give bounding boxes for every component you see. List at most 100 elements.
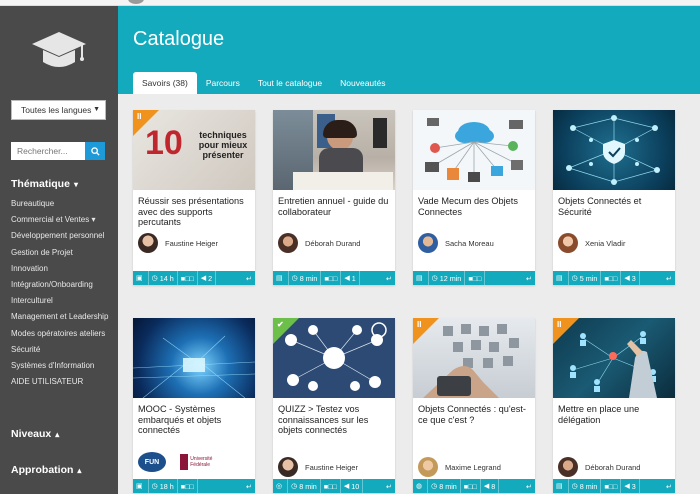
course-card[interactable]: Entretien annuel - guide du collaborateu… [273,110,395,285]
stat-level: ■□□ [321,271,342,285]
course-stats: ▤ ◷ 8 min ■□□ ◀ 3 ↵ [553,479,675,493]
sidebar-item-commercial[interactable]: Commercial et Ventes ▾ [11,215,115,225]
section-approbation[interactable]: Approbation ▴ [11,464,81,476]
catalogue-grid: 10 techniques pour mieux présenter II Ré… [118,94,700,494]
section-niveaux-label: Niveaux [11,428,52,440]
language-select[interactable]: Toutes les langues ▼ [11,100,106,120]
course-card[interactable]: II Mettre en place une délégation Débora… [553,318,675,493]
search-button[interactable] [85,142,105,160]
course-title[interactable]: Entretien annuel - guide du collaborateu… [278,196,390,217]
megaphone-icon: ◀ [344,275,350,282]
author: Déborah Durand [278,232,360,254]
course-title[interactable]: Objets Connectés : qu'est-ce que c'est ? [418,404,530,425]
tab-tout-catalogue[interactable]: Tout le catalogue [249,72,331,94]
course-thumbnail [273,110,395,190]
megaphone-icon: ◀ [343,483,350,490]
stat-count: ◀ 2 [198,271,217,285]
count-value: 1 [351,273,356,283]
sidebar-item-interculturel[interactable]: Interculturel [11,296,115,306]
course-title[interactable]: Mettre en place une délégation [558,404,670,425]
stat-count: ◀ 1 [341,271,360,285]
sidebar-item-developpement[interactable]: Développement personnel [11,231,115,241]
enter-icon[interactable]: ↵ [243,479,255,493]
section-niveaux[interactable]: Niveaux ▴ [11,428,59,440]
search-input[interactable] [11,142,85,160]
course-card[interactable]: Objets Connectés et Sécurité Xenia Vladi… [553,110,675,285]
sidebar-item-aide[interactable]: AIDE UTILISATEUR [11,377,115,387]
course-thumbnail: II [553,318,675,398]
sidebar-item-integration[interactable]: Intégration/Onboarding [11,280,115,290]
stat-count: ◀ 8 [481,479,500,493]
clock-icon: ◷ [571,483,578,490]
stat-duration: ◷ 18 h [149,479,178,493]
stat-duration: ◷ 8 min [288,479,321,493]
course-stats: ◍ ◷ 8 min ■□□ ◀ 8 ↵ [413,479,535,493]
course-stats: ▤ ◷ 8 min ■□□ ◀ 1 ↵ [273,271,395,285]
author: Maxime Legrand [418,456,501,478]
course-card[interactable]: MOOC - Systèmes embarqués et objets conn… [133,318,255,493]
course-title[interactable]: Réussir ses présentations avec des suppo… [138,196,250,228]
stat-type: ▤ [553,271,569,285]
stat-level: ■□□ [321,479,341,493]
enter-icon[interactable]: ↵ [243,271,255,285]
course-title[interactable]: Objets Connectés et Sécurité [558,196,670,217]
duration-value: 12 min [439,273,462,283]
tab-parcours[interactable]: Parcours [197,72,249,94]
course-card[interactable]: Vade Mecum des Objets Connectes Sacha Mo… [413,110,535,285]
enter-icon[interactable]: ↵ [383,479,395,493]
chevron-down-icon: ▴ [55,430,60,439]
sidebar-item-management[interactable]: Management et Leadership [11,312,115,322]
university-logo: Université Fédérale [180,450,220,474]
avatar [278,457,298,477]
thematique-list: Bureautique Commercial et Ventes ▾ Dével… [11,199,115,393]
stat-type: ▤ [413,271,429,285]
sidebar-item-modes-operatoires[interactable]: Modes opératoires ateliers [11,329,115,339]
sidebar-item-bureautique[interactable]: Bureautique [11,199,115,209]
enter-icon[interactable]: ↵ [383,271,395,285]
course-type-icon: ▣ [136,275,143,282]
stat-type: ▣ [133,479,149,493]
language-select-value: Toutes les langues [21,105,92,115]
enter-icon[interactable]: ↵ [523,479,535,493]
enter-icon[interactable]: ↵ [663,479,675,493]
course-type-icon: ▣ [136,483,143,490]
sidebar-item-innovation[interactable]: Innovation [11,264,115,274]
stat-duration: ◷ 12 min [429,271,466,285]
author: Sacha Moreau [418,232,494,254]
sidebar-item-securite[interactable]: Sécurité [11,345,115,355]
quiz-icon: ◎ [276,483,283,490]
enter-icon[interactable]: ↵ [663,271,675,285]
course-title[interactable]: MOOC - Systèmes embarqués et objets conn… [138,404,250,436]
stat-level: ■□□ [461,479,481,493]
author-name: Faustine Heiger [305,462,358,472]
stat-duration: ◷ 8 min [289,271,322,285]
enter-icon[interactable]: ↵ [523,271,535,285]
count-value: 10 [351,481,360,491]
stat-level: ■□□ [601,479,622,493]
author: Faustine Heiger [278,456,358,478]
search-icon [90,146,100,156]
stat-count: ◀ 10 [341,479,364,493]
sidebar-item-gestion-projet[interactable]: Gestion de Projet [11,248,115,258]
clock-icon: ◷ [151,275,158,282]
tab-savoirs[interactable]: Savoirs (38) [133,72,197,94]
course-card[interactable]: 10 techniques pour mieux présenter II Ré… [133,110,255,285]
tab-nouveautes[interactable]: Nouveautés [331,72,394,94]
network-illustration [566,115,660,185]
section-thematique-label: Thématique [11,178,70,190]
clock-icon: ◷ [431,275,438,282]
sidebar-item-systemes-information[interactable]: Systèmes d'Information [11,361,115,371]
course-stats: ▣ ◷ 18 h ■□□ ↵ [133,479,255,493]
document-icon: ▤ [416,275,423,282]
course-card[interactable]: ✔ QUIZZ > Testez vos connaissances sur l… [273,318,395,493]
course-stats: ▣ ◷ 14 h ■□□ ◀ 2 ↵ [133,271,255,285]
duration-value: 8 min [299,481,317,491]
user-avatar[interactable] [128,0,144,4]
avatar [418,457,438,477]
document-icon: ▤ [276,275,283,282]
section-thematique[interactable]: Thématique ▾ [11,178,78,190]
course-stats: ◎ ◷ 8 min ■□□ ◀ 10 ↵ [273,479,395,493]
course-title[interactable]: QUIZZ > Testez vos connaissances sur les… [278,404,390,436]
course-title[interactable]: Vade Mecum des Objets Connectes [418,196,530,217]
course-card[interactable]: II Objets Connectés : qu'est-ce que c'es… [413,318,535,493]
